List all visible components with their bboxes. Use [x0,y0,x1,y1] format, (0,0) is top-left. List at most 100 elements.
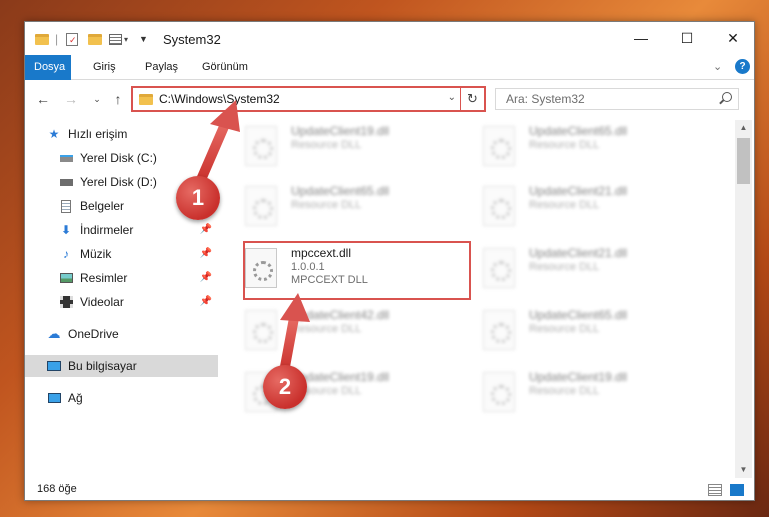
search-input[interactable]: Ara: System32 [495,88,739,110]
drive-icon [59,151,73,165]
sidebar-item-this-pc[interactable]: Bu bilgisayar [25,355,218,377]
file-name: UpdateClient19.dll [291,124,390,138]
sidebar-item-onedrive[interactable]: ☁ OneDrive [25,323,218,345]
dll-file-icon [483,372,515,412]
details-view-icon[interactable] [708,484,722,496]
forward-arrow-icon[interactable]: → [61,89,81,109]
vertical-scrollbar[interactable]: ▲ ▼ [735,120,752,478]
chevron-down-icon[interactable]: ⌄ [448,92,456,103]
search-placeholder: Ara: System32 [506,92,585,106]
dll-file-icon [245,186,277,226]
sidebar-item-videos[interactable]: Videolar 📌 [25,291,218,313]
sidebar-item-downloads[interactable]: ⬇ İndirmeler 📌 [25,219,218,241]
dll-file-icon [483,310,515,350]
expand-ribbon-icon[interactable]: ⌄ [713,60,722,73]
file-description: Resource DLL [291,323,362,335]
dll-file-icon [483,186,515,226]
close-button[interactable]: ✕ [710,22,754,54]
view-menu-icon[interactable]: ▾ [109,31,128,47]
file-tile[interactable]: UpdateClient42.dll Resource DLL [245,304,465,362]
pin-icon[interactable]: 📌 [200,296,212,307]
file-description: Resource DLL [529,139,600,151]
large-icons-view-icon[interactable] [730,484,744,496]
navigation-bar: ← → ⌄ ↑ C:\Windows\System32 ⌄ ↻ Ara: Sys… [25,80,754,120]
file-tile[interactable]: UpdateClient21.dll Resource DLL [483,242,703,300]
tab-gorunum[interactable]: Görünüm [193,55,257,80]
refresh-icon[interactable]: ↻ [460,88,484,110]
folder-icon [139,93,153,105]
sidebar-item-label: İndirmeler [80,223,134,237]
music-icon: ♪ [63,247,69,261]
file-name: UpdateClient19.dll [529,370,628,384]
ribbon-tabs: Dosya Giriş Paylaş Görünüm ⌄ ? [25,55,754,80]
file-name: UpdateClient65.dll [291,184,390,198]
help-icon[interactable]: ? [735,59,750,74]
file-name: UpdateClient65.dll [529,124,628,138]
dll-file-icon [483,126,515,166]
tab-paylas[interactable]: Paylaş [136,55,187,80]
window-title: System32 [163,32,221,47]
file-name: UpdateClient21.dll [529,246,628,260]
file-name: UpdateClient21.dll [529,184,628,198]
sidebar-item-label: Belgeler [80,199,125,213]
search-icon[interactable] [722,92,732,102]
sidebar-item-label: Videolar [80,295,124,309]
address-bar[interactable]: C:\Windows\System32 ⌄ ↻ [131,86,486,112]
sidebar-item-label: Müzik [80,247,112,261]
sidebar-item-label: Bu bilgisayar [68,359,137,373]
download-icon: ⬇ [60,223,72,237]
maximize-button[interactable]: ☐ [664,22,710,54]
drive-icon [59,175,73,189]
navigation-pane: ★ Hızlı erişim Yerel Disk (C:) Yerel Dis… [25,120,218,468]
up-arrow-icon[interactable]: ↑ [108,89,128,109]
file-tile[interactable]: UpdateClient65.dll Resource DLL [245,180,465,238]
network-icon [47,391,61,405]
file-description: Resource DLL [529,261,600,273]
new-folder-icon[interactable] [88,31,102,47]
pictures-icon [59,271,73,285]
item-count: 168 öğe [37,483,77,495]
scroll-down-icon[interactable]: ▼ [735,462,752,478]
sidebar-item-label: OneDrive [68,327,119,341]
file-description: Resource DLL [529,199,600,211]
customize-toolbar-icon[interactable]: ▼ [139,31,148,47]
scroll-up-icon[interactable]: ▲ [735,120,752,136]
tab-dosya[interactable]: Dosya [25,55,71,80]
dll-file-icon [483,248,515,288]
sidebar-item-label: Yerel Disk (D:) [80,175,157,189]
separator-icon: | [55,32,59,46]
file-name: UpdateClient42.dll [291,308,390,322]
file-tile[interactable]: UpdateClient19.dll Resource DLL [483,366,703,424]
file-description: Resource DLL [529,385,600,397]
scrollbar-thumb[interactable] [737,138,750,184]
sidebar-item-label: Resimler [80,271,128,285]
file-tile[interactable]: UpdateClient21.dll Resource DLL [483,180,703,238]
file-tile[interactable]: UpdateClient65.dll Resource DLL [483,120,703,178]
pin-icon[interactable]: 📌 [200,224,212,235]
properties-icon[interactable]: ✓ [66,31,78,47]
status-bar: 168 öğe [25,478,754,500]
title-bar: | ✓ ▾ ▼ System32 — ☐ ✕ [25,22,754,55]
back-arrow-icon[interactable]: ← [33,89,53,109]
pin-icon[interactable]: 📌 [200,248,212,259]
tab-giris[interactable]: Giriş [84,55,125,80]
sidebar-item-drive-c[interactable]: Yerel Disk (C:) [25,147,218,169]
sidebar-item-quick-access[interactable]: ★ Hızlı erişim [25,123,218,145]
explorer-window: | ✓ ▾ ▼ System32 — ☐ ✕ Dosya Giriş Payla… [24,21,755,501]
address-path: C:\Windows\System32 [159,92,280,106]
file-description: Resource DLL [291,139,362,151]
sidebar-item-label: Hızlı erişim [68,127,128,141]
recent-locations-icon[interactable]: ⌄ [87,89,107,109]
step-1-badge: 1 [176,176,220,220]
cloud-icon: ☁ [47,326,61,341]
sidebar-item-music[interactable]: ♪ Müzik 📌 [25,243,218,265]
folder-icon [35,31,49,47]
sidebar-item-pictures[interactable]: Resimler 📌 [25,267,218,289]
file-tile[interactable]: UpdateClient65.dll Resource DLL [483,304,703,362]
sidebar-item-network[interactable]: Ağ [25,387,218,409]
file-name: UpdateClient65.dll [529,308,628,322]
pin-icon[interactable]: 📌 [200,272,212,283]
file-tile[interactable]: UpdateClient19.dll Resource DLL [245,120,465,178]
minimize-button[interactable]: — [618,22,664,54]
computer-icon [47,359,61,373]
